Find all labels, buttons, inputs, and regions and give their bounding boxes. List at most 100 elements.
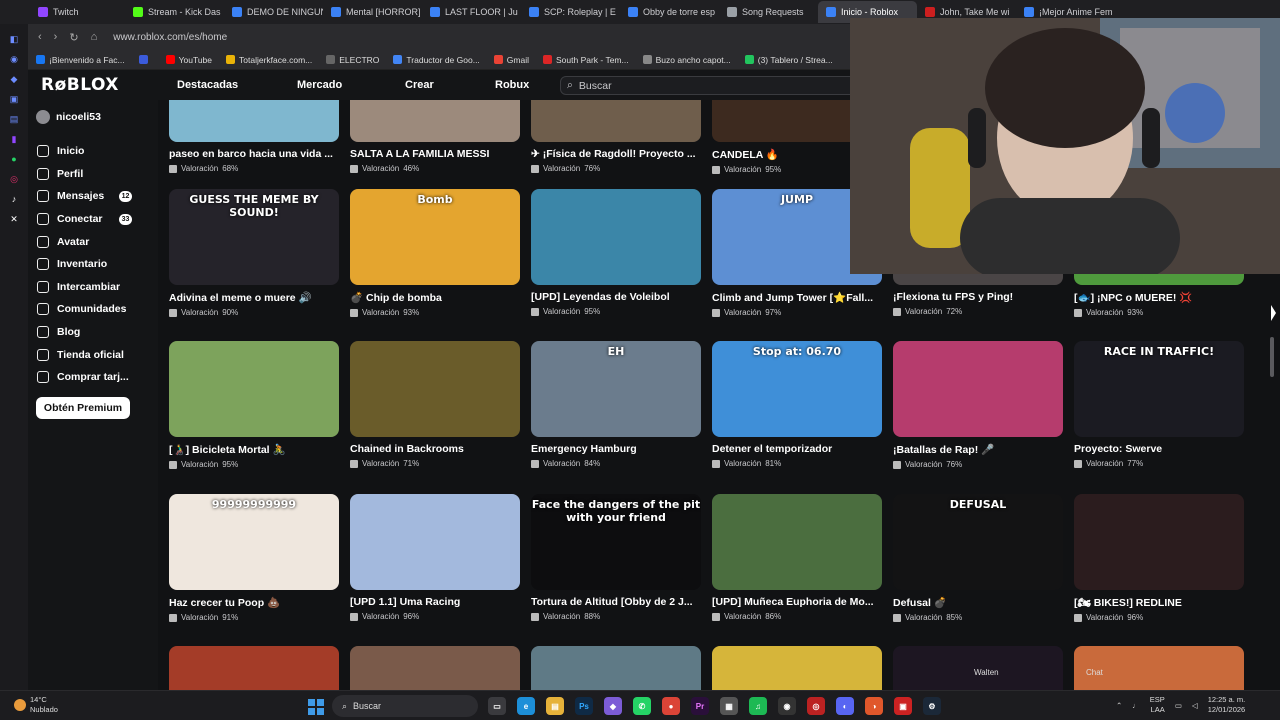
game-thumbnail[interactable]: GUESS THE MEME BY SOUND! [169,189,339,285]
game-thumbnail[interactable] [531,189,701,285]
discord-icon[interactable]: ◐ [836,697,854,715]
windows-start-icon[interactable] [308,699,324,715]
browser-tab[interactable]: LAST FLOOR | Ju [422,1,521,23]
bookmark-item[interactable]: Totaljerkface.com... [226,55,312,65]
side-app-icon[interactable]: ▤ [7,112,21,126]
game-card[interactable]: Face the dangers of the pit with your fr… [531,494,701,621]
game-card[interactable]: paseo en barco hacia una vida ... Valorac… [169,100,339,173]
clock[interactable]: 12:25 a. m. 12/01/2026 [1208,695,1246,715]
app-icon[interactable]: ▣ [894,697,912,715]
bookmark-item[interactable]: Buzo ancho capot... [642,55,731,65]
app-icon[interactable]: ◆ [604,697,622,715]
search-input[interactable]: ⌕ Buscar [560,76,860,95]
browser-tab[interactable]: SCP: Roleplay | E [521,1,620,23]
back-icon[interactable]: ‹ [38,31,42,43]
photoshop-icon[interactable]: Ps [575,697,593,715]
game-card[interactable]: PROJECT R ✈ ¡Física de Ragdoll! Proyecto … [531,100,701,173]
spotify-icon[interactable]: ♫ [749,697,767,715]
game-card[interactable]: [UPD 1.1] Uma Racing Valoración 96% [350,494,520,621]
nav-crear[interactable]: Crear [405,79,434,91]
site-info-icon[interactable]: ⌂ [91,31,98,43]
game-title[interactable]: Haz crecer tu Poop 💩 [169,596,339,609]
game-title[interactable]: Detener el temporizador [712,443,882,455]
game-title[interactable]: Defusal 💣 [893,596,1063,609]
game-title[interactable]: ¡Batallas de Rap! 🎤 [893,443,1063,456]
game-card[interactable]: [🏍 BIKES!] REDLINE Valoración 96% [1074,494,1244,622]
sidebar-item-comprar-tarj[interactable]: Comprar tarj... [28,366,158,389]
browser-tab[interactable]: DEMO DE NINGUN [224,1,323,23]
game-thumbnail[interactable] [893,341,1063,437]
browser-tab[interactable]: Song Requests [719,1,818,23]
game-thumbnail[interactable] [350,100,520,142]
whatsapp-icon[interactable]: ● [7,152,21,166]
app-icon[interactable]: ◑ [865,697,883,715]
game-title[interactable]: Tortura de Altitud [Obby de 2 J... [531,596,701,608]
steam-icon[interactable]: ⚙ [923,697,941,715]
bookmark-item[interactable]: ELECTRO [326,55,379,65]
app-icon[interactable]: ▦ [720,697,738,715]
game-card[interactable] [712,646,882,690]
sidebar-item-tienda-oficial[interactable]: Tienda oficial [28,343,158,366]
sidebar-item-perfil[interactable]: Perfil [28,163,158,186]
game-thumbnail[interactable] [350,341,520,437]
user-profile-link[interactable]: nicoeli53 [28,106,158,128]
side-app-icon[interactable]: ◉ [7,52,21,66]
game-title[interactable]: Proyecto: Swerve [1074,443,1244,455]
game-title[interactable]: Climb and Jump Tower [⭐Fall... [712,291,882,304]
game-card[interactable] [531,646,701,690]
game-thumbnail[interactable]: 99999999999 [169,494,339,590]
game-thumbnail[interactable]: Bomb [350,189,520,285]
game-title[interactable]: ¡Flexiona tu FPS y Ping! [893,291,1063,303]
app-icon[interactable]: ◎ [807,697,825,715]
nav-robux[interactable]: Robux [495,79,529,91]
game-title[interactable]: ✈ ¡Física de Ragdoll! Proyecto ... [531,148,701,160]
game-thumbnail[interactable]: Stop at: 06.70 [712,341,882,437]
game-card[interactable]: Bomb 💣 Chip de bomba Valoración 93% [350,189,520,317]
nav-destacadas[interactable]: Destacadas [177,79,238,91]
sidebar-item-mensajes[interactable]: Mensajes 12 [28,185,158,208]
game-thumbnail[interactable] [531,646,701,690]
bookmark-item[interactable]: Gmail [493,55,529,65]
page-scrollbar[interactable] [1270,337,1274,377]
game-card[interactable]: Stop at: 06.70 Detener el temporizador Val… [712,341,882,468]
side-app-icon[interactable]: ◆ [7,72,21,86]
bookmark-item[interactable]: ¡Bienvenido a Fac... [36,55,125,65]
chevron-up-icon[interactable]: ⌃ [1116,701,1122,710]
browser-tab[interactable]: Twitch [30,1,125,23]
game-thumbnail[interactable] [169,646,339,690]
browser-tab[interactable]: Stream - Kick Das [125,1,224,23]
game-thumbnail[interactable] [1074,494,1244,590]
browser-tab[interactable]: Mental [HORROR] [323,1,422,23]
game-thumbnail[interactable] [350,646,520,690]
sidebar-item-avatar[interactable]: Avatar [28,230,158,253]
game-thumbnail[interactable] [712,646,882,690]
instagram-icon[interactable]: ◎ [7,172,21,186]
game-card[interactable]: GUESS THE MEME BY SOUND! Adivina el meme … [169,189,339,317]
game-card[interactable]: RACE IN TRAFFIC! Proyecto: Swerve Valoraci… [1074,341,1244,468]
game-card[interactable]: EH Emergency Hamburg Valoración 84% [531,341,701,468]
sidebar-item-inventario[interactable]: Inventario [28,253,158,276]
game-thumbnail[interactable]: EH [531,341,701,437]
side-app-icon[interactable]: ▣ [7,92,21,106]
game-title[interactable]: 💣 Chip de bomba [350,291,520,304]
game-card[interactable]: ¡Batallas de Rap! 🎤 Valoración 76% [893,341,1063,469]
game-thumbnail[interactable]: DEFUSAL [893,494,1063,590]
bookmark-item[interactable]: YouTube [165,55,212,65]
bookmark-item[interactable]: (3) Tablero / Strea... [744,55,833,65]
game-title[interactable]: Emergency Hamburg [531,443,701,455]
x-icon[interactable]: ✕ [7,212,21,226]
game-title[interactable]: paseo en barco hacia una vida ... [169,148,339,160]
game-title[interactable]: [UPD] Leyendas de Voleibol [531,291,701,303]
game-title[interactable]: [👨‍🦽] Bicicleta Mortal 🚴 [169,443,339,456]
side-app-icon[interactable]: ◧ [7,32,21,46]
game-thumbnail[interactable]: RACE IN TRAFFIC! [1074,341,1244,437]
edge-icon[interactable]: e [517,697,535,715]
volume-icon[interactable]: ◁ [1192,701,1198,710]
reload-icon[interactable]: ↻ [69,31,78,44]
sidebar-item-conectar[interactable]: Conectar 33 [28,208,158,231]
twitch-icon[interactable]: ▮ [7,132,21,146]
sidebar-item-inicio[interactable]: Inicio [28,140,158,163]
game-title[interactable]: SALTA A LA FAMILIA MESSI [350,148,520,160]
game-card[interactable]: [UPD] Leyendas de Voleibol Valoración 95% [531,189,701,316]
game-card[interactable]: [UPD] Muñeca Euphoria de Mo... Valoración… [712,494,882,621]
